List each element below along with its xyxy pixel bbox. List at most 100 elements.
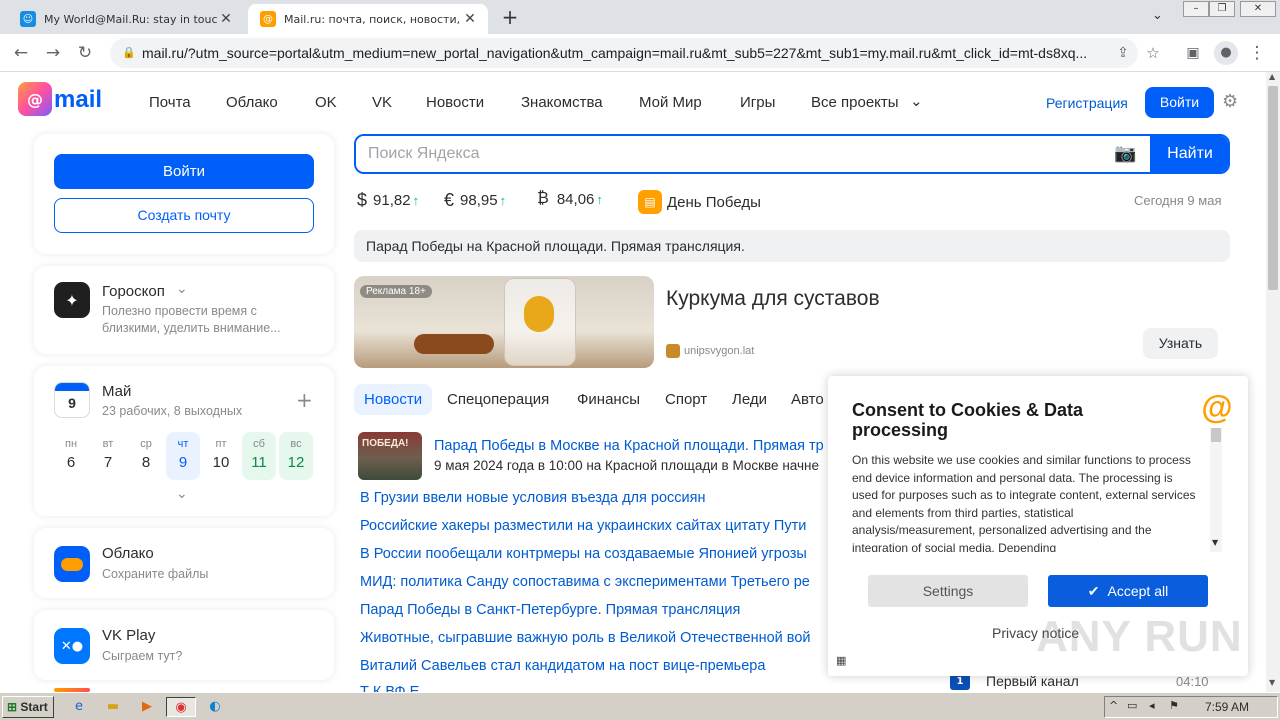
header-login-button[interactable]: Войти (1145, 87, 1214, 118)
nav-games[interactable]: Игры (740, 94, 775, 111)
news-link[interactable]: Т К ВФ Е (360, 684, 828, 692)
news-link[interactable]: Парад Победы в Санкт-Петербурге. Прямая … (360, 602, 828, 618)
tray-volume-icon[interactable]: ◂ (1149, 699, 1155, 712)
ad-domain[interactable]: unipsvygon.lat (684, 345, 754, 357)
settings-gear-icon[interactable]: ⚙ (1222, 91, 1238, 112)
tab-finance[interactable]: Финансы (567, 384, 650, 415)
day-number: 8 (141, 454, 151, 471)
media-player-icon[interactable]: ▶ (136, 697, 158, 717)
consent-scroll-down-icon[interactable]: ▼ (1212, 538, 1218, 547)
news-thumbnail[interactable]: ПОБЕДА! (358, 432, 422, 480)
login-button[interactable]: Войти (54, 154, 314, 189)
rate-eur[interactable]: €98,95 ↑ (444, 190, 506, 211)
forward-icon[interactable]: → (42, 42, 64, 64)
nav-ok[interactable]: OK (315, 94, 337, 111)
back-icon[interactable]: ← (10, 42, 32, 64)
search-input[interactable] (356, 136, 1116, 172)
top-news-banner[interactable]: Парад Победы на Красной площади. Прямая … (354, 230, 1230, 262)
rate-usd[interactable]: $91,82 ↑ (357, 190, 419, 211)
rate-crypto[interactable]: ₿ 84,06 ↑ (537, 190, 603, 208)
restore-icon[interactable]: ❐ (1209, 1, 1235, 17)
calendar-expand-chevron-icon[interactable]: ⌄ (176, 486, 188, 502)
address-bar[interactable]: 🔒 mail.ru/?utm_source=portal&utm_medium=… (110, 38, 1138, 68)
consent-scrollbar[interactable]: ▼ (1210, 428, 1222, 552)
browser-menu-icon[interactable]: ⋮ (1246, 42, 1268, 64)
clock[interactable]: 7:59 AM (1205, 700, 1249, 714)
scroll-down-arrow-icon[interactable]: ▼ (1269, 678, 1275, 687)
tray-flag-icon[interactable]: ⚑ (1169, 699, 1179, 712)
profile-avatar-icon[interactable]: ● (1214, 41, 1238, 65)
calendar-day-today[interactable]: чт 9 (166, 432, 200, 480)
ad-image[interactable]: Реклама 18+ (354, 276, 654, 368)
nav-my-world[interactable]: Мой Мир (639, 94, 702, 111)
new-tab-button[interactable]: + (498, 6, 522, 30)
register-link[interactable]: Регистрация (1046, 95, 1128, 111)
scrollbar-thumb[interactable] (1268, 86, 1278, 290)
news-link[interactable]: МИД: политика Санду сопоставима с экспер… (360, 574, 828, 590)
ad-learn-button[interactable]: Узнать (1143, 328, 1218, 359)
nav-dating[interactable]: Знакомства (521, 94, 603, 111)
chrome-icon[interactable]: ◉ (166, 697, 196, 717)
consent-settings-button[interactable]: Settings (868, 575, 1028, 607)
nav-mail[interactable]: Почта (149, 94, 191, 111)
nav-cloud[interactable]: Облако (226, 94, 278, 111)
page-scrollbar[interactable]: ▲ ▼ (1266, 72, 1280, 692)
holiday[interactable]: ▤ День Победы (638, 190, 761, 214)
sidebar-panel-icon[interactable]: ▣ (1182, 42, 1204, 64)
news-link[interactable]: В Грузии ввели новые условия въезда для … (360, 490, 828, 506)
bookmark-star-icon[interactable]: ☆ (1142, 42, 1164, 64)
share-icon[interactable]: ⇪ (1112, 42, 1134, 64)
create-mail-button[interactable]: Создать почту (54, 198, 314, 233)
news-link[interactable]: Животные, сыгравшие важную роль в Велико… (360, 630, 828, 646)
consent-scroll-thumb[interactable] (1211, 428, 1221, 442)
tab-search-chevron-icon[interactable]: ⌄ (1152, 8, 1163, 23)
calendar-day-weekend[interactable]: вс 12 (279, 432, 313, 480)
calendar-day[interactable]: пт 10 (204, 432, 238, 480)
top-news-link[interactable]: Парад Победы в Москве на Красной площади… (434, 438, 828, 454)
consent-accept-button[interactable]: ✔ Accept all (1048, 575, 1208, 607)
tray-expand-icon[interactable]: ^ (1109, 699, 1118, 712)
ad-title[interactable]: Куркума для суставов (666, 287, 880, 311)
logo-text[interactable]: mail (54, 86, 102, 114)
horoscope-sparkle-icon: ✦ (54, 282, 90, 318)
close-window-icon[interactable]: ✕ (1240, 1, 1276, 17)
minimize-icon[interactable]: – (1183, 1, 1209, 17)
start-button[interactable]: ⊞ Start (2, 696, 54, 718)
consent-title: Consent to Cookies & Data processing (852, 400, 1084, 440)
mail-logo-icon[interactable]: @ (18, 82, 52, 116)
ie-icon[interactable]: e (68, 697, 90, 717)
tab-auto[interactable]: Авто (781, 384, 828, 415)
tab-special-operation[interactable]: Спецоперация (437, 384, 559, 415)
close-tab-icon[interactable]: ✕ (218, 11, 234, 27)
chevron-down-icon[interactable]: ⌄ (910, 92, 923, 110)
edge-icon[interactable]: ◐ (204, 697, 226, 717)
calendar-day[interactable]: пн 6 (54, 432, 88, 480)
nav-all-projects[interactable]: Все проекты (811, 94, 899, 111)
folder-icon[interactable]: ▬ (102, 697, 124, 717)
calendar-day-weekend[interactable]: сб 11 (242, 432, 276, 480)
nav-vk[interactable]: VK (372, 94, 392, 111)
mailru-at-logo-icon: @ (1201, 389, 1233, 425)
news-link[interactable]: В России пообещали контрмеры на создавае… (360, 546, 828, 562)
add-event-plus-icon[interactable]: + (296, 388, 313, 412)
consent-body: On this website we use cookies and simil… (852, 453, 1196, 552)
camera-search-icon[interactable]: 📷 (1114, 143, 1136, 164)
calendar-day[interactable]: ср 8 (129, 432, 163, 480)
tab-mailru[interactable]: @ Mail.ru: почта, поиск, новости, пр ✕ (248, 4, 488, 34)
tab-sport[interactable]: Спорт (655, 384, 717, 415)
calendar-day[interactable]: вт 7 (91, 432, 125, 480)
tab-lady[interactable]: Леди (722, 384, 777, 415)
news-link[interactable]: Виталий Савельев стал кандидатом на пост… (360, 658, 828, 674)
scroll-up-arrow-icon[interactable]: ▲ (1269, 72, 1275, 81)
search-button[interactable]: Найти (1150, 136, 1228, 172)
accept-label: Accept all (1107, 583, 1169, 599)
news-link[interactable]: Российские хакеры разместили на украинск… (360, 518, 828, 534)
horoscope-chevron-icon[interactable]: ⌄ (176, 281, 188, 297)
tray-network-icon[interactable]: ▭ (1127, 699, 1137, 712)
close-tab-icon[interactable]: ✕ (462, 11, 478, 27)
tab-my-world[interactable]: ☺ My World@Mail.Ru: stay in touch wit ✕ (8, 4, 244, 34)
nav-news[interactable]: Новости (426, 94, 484, 111)
language-flag-icon[interactable]: ▦ (836, 654, 846, 667)
tab-news[interactable]: Новости (354, 384, 433, 415)
reload-icon[interactable]: ↻ (74, 42, 96, 64)
